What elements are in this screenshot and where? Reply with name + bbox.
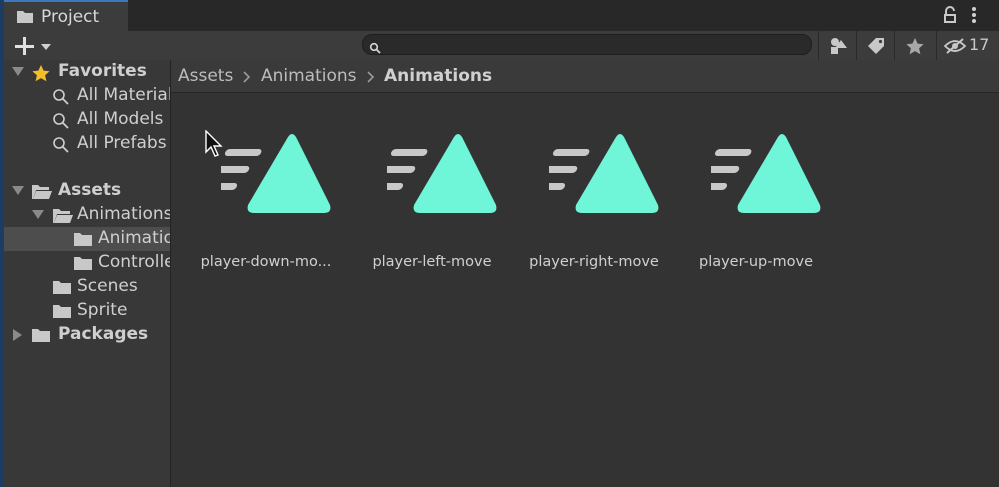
title-bar: Project: [4, 0, 999, 32]
hidden-count: 17: [969, 35, 990, 54]
asset-item[interactable]: player-up-move: [681, 131, 831, 281]
lock-icon[interactable]: [942, 6, 958, 28]
open-folder-icon: [53, 209, 73, 223]
tree-label: Assets: [58, 180, 122, 200]
breadcrumb: Assets Animations Animations: [171, 60, 999, 93]
tree-label: Sprite: [77, 300, 128, 320]
animation-clip-icon: [221, 134, 331, 213]
tree-label: Packages: [58, 324, 149, 344]
tree-label: Controllers: [98, 252, 170, 272]
chevron-right-icon: [243, 71, 251, 83]
tree-item-all-materials[interactable]: All Materials: [4, 84, 170, 108]
search-field[interactable]: [362, 34, 812, 55]
favorite-button[interactable]: [894, 31, 932, 60]
toolbar: 17: [4, 31, 999, 61]
eye-slash-icon: [943, 38, 967, 54]
breadcrumb-animations[interactable]: Animations: [261, 66, 357, 86]
animation-clip-icon: [387, 134, 497, 213]
tree-item-assets[interactable]: Assets: [4, 179, 170, 203]
search-by-type-button[interactable]: [818, 31, 856, 60]
asset-name: player-left-move: [372, 254, 492, 270]
star-icon: [32, 65, 50, 82]
chevron-right-icon: [367, 71, 375, 83]
more-options-icon[interactable]: [970, 6, 978, 28]
expand-arrow-icon[interactable]: [12, 67, 24, 77]
folder-icon: [16, 9, 34, 28]
asset-name: player-right-move: [529, 254, 659, 270]
tree-label: All Models: [77, 109, 164, 129]
breadcrumb-assets[interactable]: Assets: [178, 66, 233, 86]
asset-name: player-down-mo...: [200, 254, 332, 270]
tab-project[interactable]: Project: [4, 0, 128, 31]
add-button[interactable]: [14, 35, 54, 57]
tree-item-all-prefabs[interactable]: All Prefabs: [4, 132, 170, 156]
tree-label: Favorites: [58, 61, 147, 81]
tree-item-all-models[interactable]: All Models: [4, 108, 170, 132]
folder-icon: [53, 281, 71, 294]
asset-item[interactable]: player-left-move: [357, 131, 507, 281]
asset-grid: player-down-mo... player-left-move playe…: [171, 93, 999, 487]
tree-item-favorites[interactable]: Favorites: [4, 60, 170, 84]
expand-arrow-icon[interactable]: [12, 186, 24, 196]
open-folder-icon: [32, 185, 52, 199]
tree-label: All Prefabs: [77, 133, 167, 153]
tree-label: All Materials: [77, 85, 171, 105]
tree-label: Animations: [77, 204, 171, 224]
folder-icon: [53, 305, 71, 318]
collapse-arrow-icon[interactable]: [13, 329, 23, 341]
asset-item[interactable]: player-right-move: [519, 131, 669, 281]
folder-icon: [74, 233, 92, 246]
search-icon: [369, 39, 381, 58]
search-input[interactable]: [385, 36, 809, 55]
tree-label: Animations: [98, 228, 170, 248]
tree-item-sprite[interactable]: Sprite: [4, 299, 170, 323]
tree-item-animations[interactable]: Animations: [4, 203, 170, 227]
mouse-cursor-icon: [205, 130, 223, 157]
folder-icon: [32, 329, 50, 342]
tree-label: Scenes: [77, 276, 138, 296]
tab-label: Project: [41, 7, 100, 27]
animation-clip-icon: [711, 134, 821, 213]
breadcrumb-current[interactable]: Animations: [384, 66, 492, 86]
tree-item-animations-sub[interactable]: Animations: [4, 227, 170, 251]
animation-clip-icon: [549, 134, 659, 213]
search-by-label-button[interactable]: [856, 31, 894, 60]
tree-item-controllers[interactable]: Controllers: [4, 251, 170, 275]
project-window: Project 17 Favorites All Materials All M…: [4, 0, 999, 487]
hidden-packages-toggle[interactable]: 17: [936, 31, 999, 60]
folder-tree: Favorites All Materials All Models All P…: [4, 60, 171, 487]
search-icon: [53, 137, 69, 153]
search-icon: [53, 89, 69, 105]
tree-item-packages[interactable]: Packages: [4, 323, 170, 347]
search-icon: [53, 113, 69, 129]
expand-arrow-icon[interactable]: [32, 210, 44, 220]
tree-item-scenes[interactable]: Scenes: [4, 275, 170, 299]
folder-icon: [74, 257, 92, 270]
asset-name: player-up-move: [698, 254, 813, 270]
